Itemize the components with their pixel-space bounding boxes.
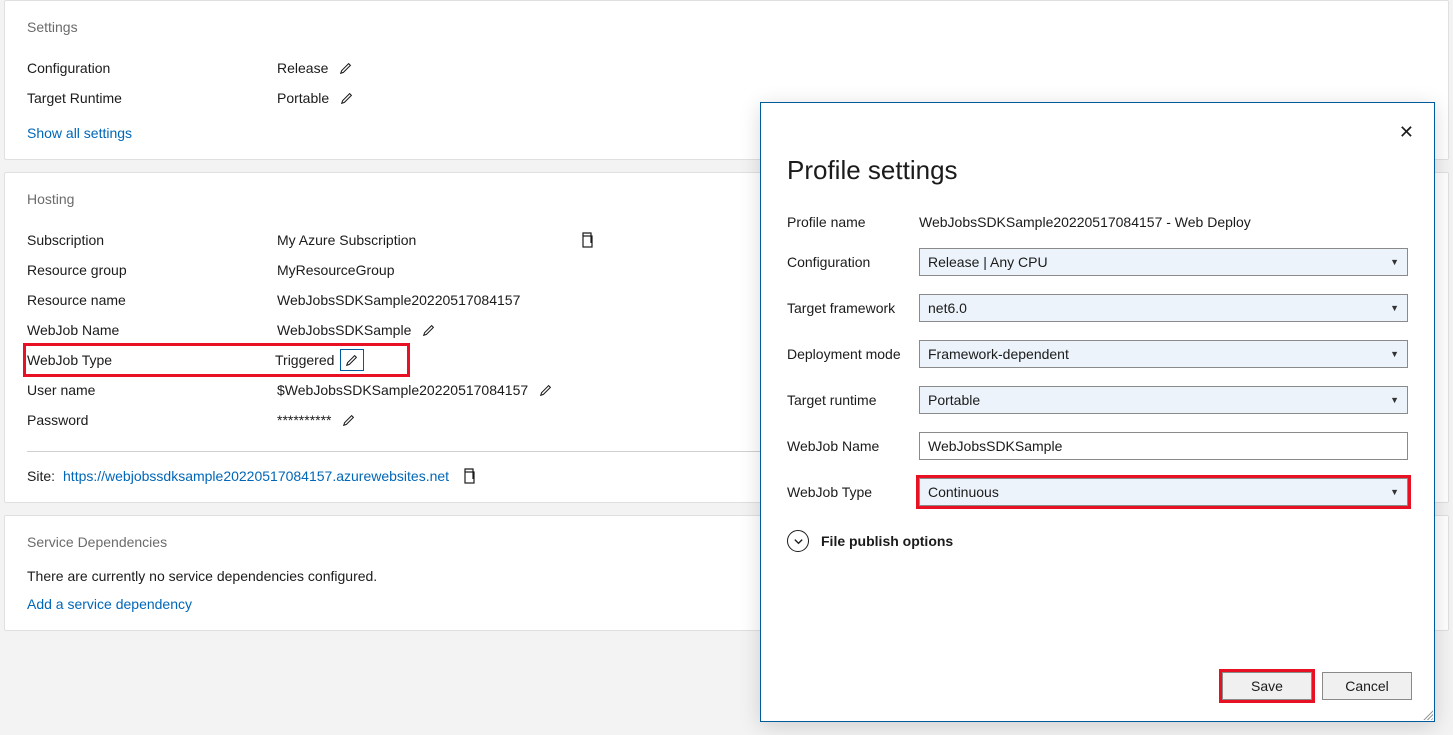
deployment-mode-select[interactable]: Framework-dependent ▼ bbox=[919, 340, 1408, 368]
pencil-icon[interactable] bbox=[340, 349, 364, 371]
copy-icon[interactable] bbox=[579, 232, 595, 248]
resource-group-value: MyResourceGroup bbox=[277, 262, 395, 278]
webjob-name-label: WebJob Name bbox=[27, 322, 277, 338]
pencil-icon[interactable] bbox=[339, 410, 359, 430]
configuration-select[interactable]: Release | Any CPU ▼ bbox=[919, 248, 1408, 276]
webjob-type-select-value: Continuous bbox=[928, 484, 999, 500]
webjob-type-row: WebJob Type Triggered bbox=[25, 345, 408, 375]
dialog-title: Profile settings bbox=[787, 155, 1408, 186]
password-value: ********** bbox=[277, 412, 331, 428]
copy-icon[interactable] bbox=[461, 468, 477, 484]
profile-name-label: Profile name bbox=[787, 214, 919, 230]
resize-grip[interactable] bbox=[1421, 708, 1433, 720]
site-url-link[interactable]: https://webjobssdksample20220517084157.a… bbox=[63, 468, 449, 484]
webjob-name-label: WebJob Name bbox=[787, 438, 919, 454]
pencil-icon[interactable] bbox=[419, 320, 439, 340]
password-label: Password bbox=[27, 412, 277, 428]
webjob-name-value: WebJobsSDKSample bbox=[277, 322, 411, 338]
webjob-name-input[interactable]: WebJobsSDKSample bbox=[919, 432, 1408, 460]
webjob-type-label: WebJob Type bbox=[27, 345, 275, 375]
configuration-label: Configuration bbox=[787, 254, 919, 270]
save-button[interactable]: Save bbox=[1222, 672, 1312, 700]
target-runtime-label: Target Runtime bbox=[27, 90, 277, 106]
resource-name-label: Resource name bbox=[27, 292, 277, 308]
subscription-label: Subscription bbox=[27, 232, 277, 248]
chevron-down-icon: ▼ bbox=[1390, 257, 1399, 267]
chevron-down-icon: ▼ bbox=[1390, 303, 1399, 313]
configuration-value: Release bbox=[277, 60, 328, 76]
user-name-label: User name bbox=[27, 382, 277, 398]
resource-name-value: WebJobsSDKSample20220517084157 bbox=[277, 292, 520, 308]
webjob-type-select[interactable]: Continuous ▼ bbox=[919, 478, 1408, 506]
chevron-down-icon: ▼ bbox=[1390, 395, 1399, 405]
pencil-icon[interactable] bbox=[536, 380, 556, 400]
target-runtime-value: Portable bbox=[277, 90, 329, 106]
cancel-button[interactable]: Cancel bbox=[1322, 672, 1412, 700]
deployment-mode-select-value: Framework-dependent bbox=[928, 346, 1069, 362]
pencil-icon[interactable] bbox=[336, 58, 356, 78]
pencil-icon[interactable] bbox=[337, 88, 357, 108]
close-icon[interactable]: ✕ bbox=[1395, 119, 1418, 145]
chevron-down-icon: ▼ bbox=[1390, 349, 1399, 359]
resource-group-label: Resource group bbox=[27, 262, 277, 278]
profile-settings-dialog: ✕ Profile settings Profile name WebJobsS… bbox=[760, 102, 1435, 722]
webjob-type-value: Triggered bbox=[275, 345, 334, 375]
add-service-dependency-link[interactable]: Add a service dependency bbox=[27, 596, 192, 612]
profile-name-value: WebJobsSDKSample20220517084157 - Web Dep… bbox=[919, 214, 1408, 230]
configuration-label: Configuration bbox=[27, 60, 277, 76]
expand-icon[interactable] bbox=[787, 530, 809, 552]
configuration-select-value: Release | Any CPU bbox=[928, 254, 1048, 270]
target-runtime-label: Target runtime bbox=[787, 392, 919, 408]
file-publish-options-label: File publish options bbox=[821, 533, 953, 549]
target-framework-label: Target framework bbox=[787, 300, 919, 316]
show-all-settings-link[interactable]: Show all settings bbox=[27, 125, 132, 141]
target-runtime-select[interactable]: Portable ▼ bbox=[919, 386, 1408, 414]
webjob-type-label: WebJob Type bbox=[787, 484, 919, 500]
target-framework-select[interactable]: net6.0 ▼ bbox=[919, 294, 1408, 322]
user-name-value: $WebJobsSDKSample20220517084157 bbox=[277, 382, 528, 398]
settings-heading: Settings bbox=[27, 19, 1426, 35]
target-framework-select-value: net6.0 bbox=[928, 300, 967, 316]
deployment-mode-label: Deployment mode bbox=[787, 346, 919, 362]
site-label: Site: bbox=[27, 468, 55, 484]
webjob-name-input-value: WebJobsSDKSample bbox=[928, 438, 1062, 454]
target-runtime-select-value: Portable bbox=[928, 392, 980, 408]
chevron-down-icon: ▼ bbox=[1390, 487, 1399, 497]
subscription-value: My Azure Subscription bbox=[277, 232, 567, 248]
